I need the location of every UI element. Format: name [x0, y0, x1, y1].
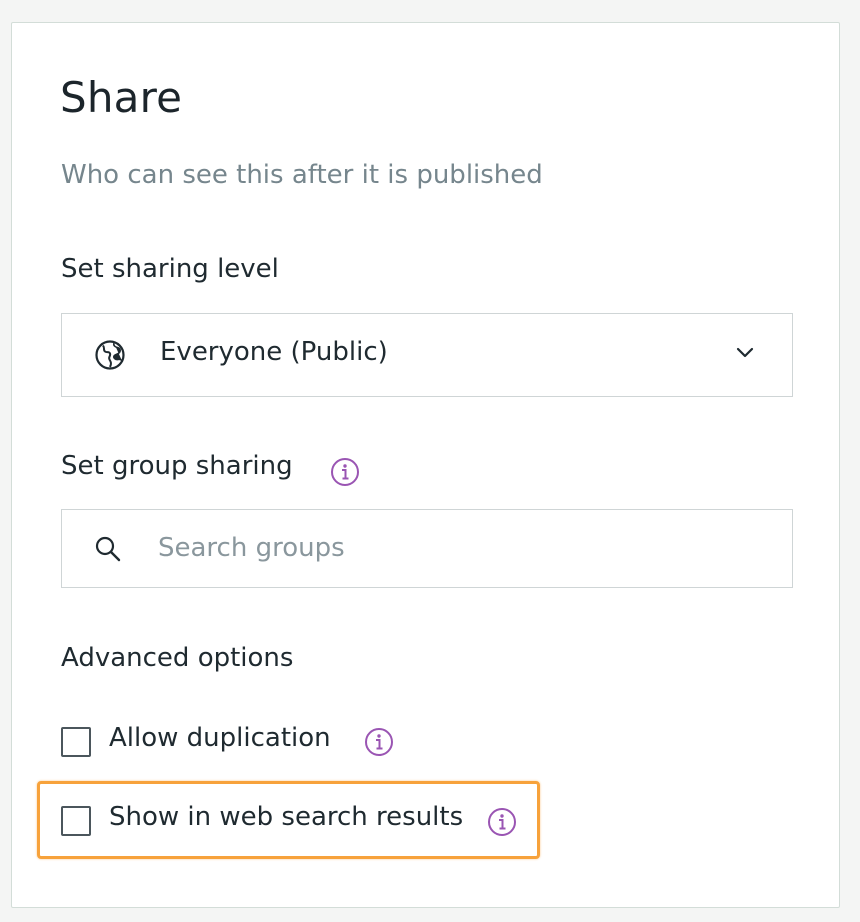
share-panel: Share Who can see this after it is publi…: [11, 22, 840, 908]
chevron-down-icon: [736, 347, 754, 358]
info-icon[interactable]: [330, 457, 360, 487]
info-icon[interactable]: [487, 807, 517, 837]
sharing-level-dropdown[interactable]: Everyone (Public): [61, 313, 793, 397]
globe-icon: [95, 340, 125, 370]
group-search-box: [61, 509, 793, 588]
show-in-web-search-checkbox[interactable]: [61, 806, 91, 836]
page-title: Share: [60, 73, 183, 122]
show-in-web-search-label[interactable]: Show in web search results: [109, 802, 463, 833]
sharing-level-label: Set sharing level: [61, 254, 279, 284]
info-icon[interactable]: [364, 727, 394, 757]
advanced-options-label: Advanced options: [61, 643, 294, 673]
group-sharing-label: Set group sharing: [61, 451, 293, 481]
sharing-level-value: Everyone (Public): [160, 337, 388, 367]
allow-duplication-checkbox[interactable]: [61, 727, 91, 757]
allow-duplication-label[interactable]: Allow duplication: [109, 723, 331, 754]
search-icon: [95, 536, 121, 562]
page-subtitle: Who can see this after it is published: [61, 160, 543, 190]
search-groups-input[interactable]: [158, 525, 758, 571]
